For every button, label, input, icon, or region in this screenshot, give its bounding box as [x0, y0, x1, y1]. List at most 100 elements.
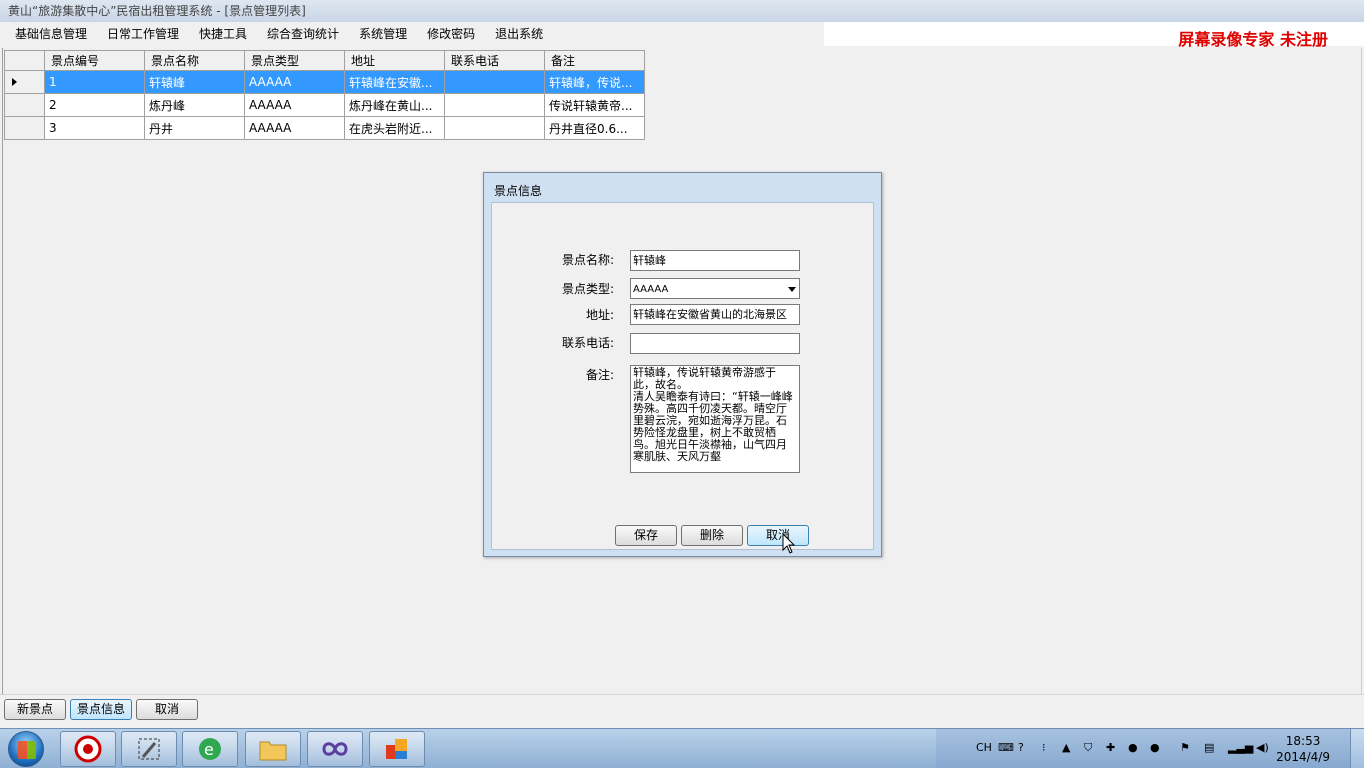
col-header-address[interactable]: 地址 — [344, 50, 445, 71]
label-spot-name: 景点名称: — [561, 253, 614, 267]
window-titlebar: 黄山“旅游集散中心”民宿出租管理系统 - [景点管理列表] — [0, 0, 1364, 22]
start-button[interactable] — [8, 731, 44, 767]
row-header[interactable] — [4, 116, 45, 140]
cell-address[interactable]: 轩辕峰在安徽... — [344, 70, 445, 94]
cell-address[interactable]: 在虎头岩附近... — [344, 116, 445, 140]
spot-info-dialog: 景点信息 景点名称: 轩辕峰 景点类型: AAAAA 地址: 轩辕峰在安徽省黄山… — [483, 172, 882, 557]
cell-phone[interactable] — [444, 93, 545, 117]
grid-corner — [4, 50, 45, 71]
label-note: 备注: — [585, 368, 614, 382]
col-header-name[interactable]: 景点名称 — [144, 50, 245, 71]
target-app-icon — [74, 735, 102, 763]
cell-phone[interactable] — [444, 70, 545, 94]
spot-type-select[interactable]: AAAAA — [630, 278, 800, 299]
cell-type[interactable]: AAAAA — [244, 116, 345, 140]
cell-address[interactable]: 炼丹峰在黄山... — [344, 93, 445, 117]
cell-note[interactable]: 丹井直径0.6... — [544, 116, 645, 140]
note-textarea[interactable]: 轩辕峰，传说轩辕黄帝游感于此，故名。 清人吴瞻泰有诗曰：“轩辕一峰峰势殊。高四千… — [630, 365, 800, 473]
spots-grid[interactable]: 景点编号 景点名称 景点类型 地址 联系电话 备注 1 轩辕峰 AAAAA 轩辕… — [4, 50, 645, 140]
taskbar-app-office[interactable] — [369, 731, 425, 767]
expand-tray-icon[interactable]: ▲ — [1062, 741, 1070, 754]
taskbar-app-1[interactable] — [60, 731, 116, 767]
taskbar-app-browser[interactable]: e — [182, 731, 238, 767]
save-button[interactable]: 保存 — [615, 525, 677, 546]
dialog-cancel-button[interactable]: 取消 — [747, 525, 809, 546]
taskbar-app-explorer[interactable] — [245, 731, 301, 767]
menu-query-stats[interactable]: 综合查询统计 — [257, 22, 349, 46]
qq-icon-2[interactable]: ● — [1150, 741, 1160, 754]
menu-change-password[interactable]: 修改密码 — [417, 22, 485, 46]
menu-system-admin[interactable]: 系统管理 — [349, 22, 417, 46]
label-address: 地址: — [585, 308, 614, 322]
system-tray: CH ⌨ ? ⁝ ▲ ⛉ ✚ ● ● ⚑ ▤ ▂▃▅ ◀) 18:53 2014… — [936, 729, 1364, 768]
watermark-text: 屏幕录像专家 未注册 — [1178, 30, 1328, 49]
options-icon[interactable]: ⁝ — [1042, 741, 1046, 754]
cell-phone[interactable] — [444, 116, 545, 140]
office-icon — [386, 739, 407, 759]
menu-exit[interactable]: 退出系统 — [485, 22, 553, 46]
clock-date: 2014/4/9 — [1276, 750, 1330, 764]
infinity-icon — [322, 742, 348, 756]
menu-bar: 基础信息管理 日常工作管理 快捷工具 综合查询统计 系统管理 修改密码 退出系统 — [0, 22, 824, 46]
language-indicator[interactable]: CH — [976, 741, 992, 754]
cell-id[interactable]: 2 — [44, 93, 145, 117]
keyboard-icon[interactable]: ⌨ — [998, 741, 1014, 754]
row-header[interactable] — [4, 93, 45, 117]
cell-id[interactable]: 3 — [44, 116, 145, 140]
row-header-current[interactable] — [4, 70, 45, 94]
cell-name[interactable]: 轩辕峰 — [144, 70, 245, 94]
col-header-id[interactable]: 景点编号 — [44, 50, 145, 71]
cell-note[interactable]: 传说轩辕黄帝... — [544, 93, 645, 117]
plus-icon[interactable]: ✚ — [1106, 741, 1115, 754]
windows-logo-icon — [18, 741, 36, 759]
bottom-cancel-button[interactable]: 取消 — [136, 699, 198, 720]
table-row[interactable]: 1 轩辕峰 AAAAA 轩辕峰在安徽... 轩辕峰，传说... — [4, 70, 645, 94]
taskbar-app-vs[interactable] — [307, 731, 363, 767]
delete-button[interactable]: 删除 — [681, 525, 743, 546]
clock-time: 18:53 — [1285, 734, 1321, 748]
flag-icon[interactable]: ⚑ — [1180, 741, 1190, 754]
dialog-title: 景点信息 — [494, 184, 543, 198]
menu-basic-info[interactable]: 基础信息管理 — [5, 22, 97, 46]
mouse-pointer-icon — [782, 533, 796, 554]
cell-type[interactable]: AAAAA — [244, 70, 345, 94]
table-row[interactable]: 3 丹井 AAAAA 在虎头岩附近... 丹井直径0.6... — [4, 116, 645, 140]
taskbar-app-2[interactable] — [121, 731, 177, 767]
col-header-phone[interactable]: 联系电话 — [444, 50, 545, 71]
label-spot-type: 景点类型: — [561, 282, 614, 296]
cell-note[interactable]: 轩辕峰，传说... — [544, 70, 645, 94]
folder-icon — [259, 741, 287, 761]
shield-icon[interactable]: ⛉ — [1084, 741, 1092, 755]
cell-id[interactable]: 1 — [44, 70, 145, 94]
dialog-client: 景点名称: 轩辕峰 景点类型: AAAAA 地址: 轩辕峰在安徽省黄山的北海景区… — [491, 202, 874, 550]
address-field[interactable]: 轩辕峰在安徽省黄山的北海景区 — [630, 304, 800, 325]
browser-icon: e — [199, 738, 221, 760]
col-header-type[interactable]: 景点类型 — [244, 50, 345, 71]
spot-info-button[interactable]: 景点信息 — [70, 699, 132, 720]
clock[interactable]: 18:53 2014/4/9 — [1276, 733, 1330, 765]
cell-type[interactable]: AAAAA — [244, 93, 345, 117]
watermark-area: 屏幕录像专家 未注册 — [824, 22, 1364, 49]
qq-icon[interactable]: ● — [1128, 741, 1138, 754]
col-header-note[interactable]: 备注 — [544, 50, 645, 71]
new-spot-button[interactable]: 新景点 — [4, 699, 66, 720]
network-icon[interactable]: ▂▃▅ — [1228, 741, 1253, 754]
spot-name-field[interactable]: 轩辕峰 — [630, 250, 800, 271]
tools-icon — [138, 738, 160, 760]
chevron-down-icon[interactable] — [788, 287, 796, 292]
spot-type-value: AAAAA — [633, 284, 669, 295]
current-row-arrow-icon — [12, 78, 17, 86]
label-phone: 联系电话: — [561, 336, 614, 350]
device-icon[interactable]: ▤ — [1204, 741, 1214, 754]
window-title: 黄山“旅游集散中心”民宿出租管理系统 - [景点管理列表] — [8, 4, 306, 18]
grid-header-row: 景点编号 景点名称 景点类型 地址 联系电话 备注 — [4, 50, 645, 71]
table-row[interactable]: 2 炼丹峰 AAAAA 炼丹峰在黄山... 传说轩辕黄帝... — [4, 93, 645, 117]
menu-quick-tools[interactable]: 快捷工具 — [189, 22, 257, 46]
cell-name[interactable]: 丹井 — [144, 116, 245, 140]
cell-name[interactable]: 炼丹峰 — [144, 93, 245, 117]
volume-icon[interactable]: ◀) — [1256, 741, 1269, 754]
help-icon[interactable]: ? — [1018, 741, 1024, 754]
phone-field[interactable] — [630, 333, 800, 354]
show-desktop-button[interactable] — [1350, 729, 1364, 768]
menu-daily-work[interactable]: 日常工作管理 — [97, 22, 189, 46]
